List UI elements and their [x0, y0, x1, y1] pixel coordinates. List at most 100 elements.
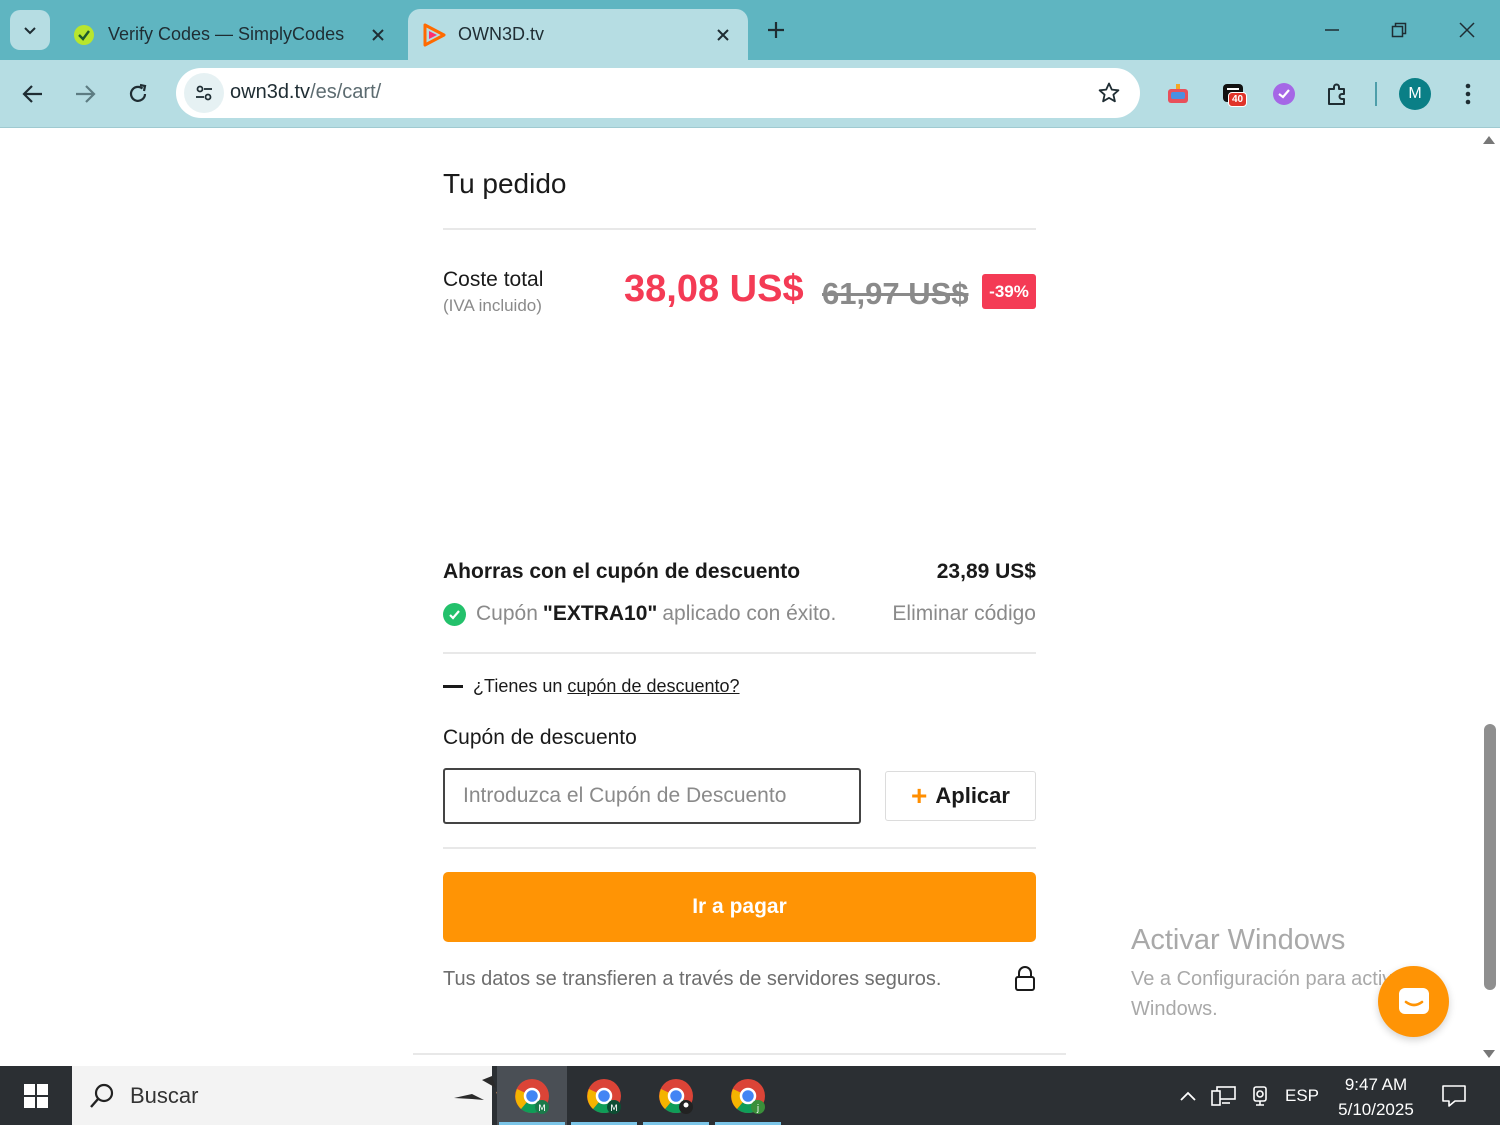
search-icon	[90, 1083, 114, 1108]
taskbar-chrome-profile-3[interactable]	[641, 1066, 711, 1125]
reload-button[interactable]	[118, 74, 158, 114]
divider	[413, 1053, 1066, 1055]
reload-icon	[129, 83, 147, 102]
chevron-up-icon	[1180, 1091, 1196, 1101]
close-icon	[1459, 22, 1475, 38]
toolbar-separator	[1375, 82, 1377, 106]
taskbar-chrome-profile-2[interactable]: M	[569, 1066, 639, 1125]
extension-count-badge: 40	[1228, 92, 1248, 107]
checkout-button[interactable]: Ir a pagar	[443, 872, 1036, 942]
applied-code: "EXTRA10"	[542, 602, 658, 625]
restore-button[interactable]	[1381, 12, 1417, 48]
start-button[interactable]	[0, 1066, 72, 1125]
close-window-button[interactable]	[1449, 12, 1485, 48]
input-language-button[interactable]: ESP	[1282, 1066, 1322, 1125]
chat-launcher-button[interactable]	[1378, 966, 1449, 1037]
cart-page: Tu pedido Coste total (IVA incluido) 38,…	[0, 128, 1500, 1066]
svg-text:M: M	[538, 1104, 546, 1114]
savings-amount: 23,89 US$	[936, 560, 1036, 583]
tab-title: Verify Codes — SimplyCodes	[108, 24, 345, 44]
taskbar-chrome-profile-4[interactable]: j	[713, 1066, 783, 1125]
order-heading: Tu pedido	[443, 168, 567, 199]
scroll-thumb[interactable]	[1484, 724, 1496, 990]
clock-time: 9:47 AM	[1344, 1075, 1408, 1094]
address-bar[interactable]: own3d.tv/es/cart/	[176, 68, 1140, 118]
simplycodes-favicon-icon	[72, 23, 96, 47]
windows-activation-title: Activar Windows	[1131, 924, 1346, 956]
collapse-dash-icon	[443, 685, 463, 688]
tab-own3d[interactable]: OWN3D.tv	[408, 9, 748, 60]
tab-simplycodes[interactable]: Verify Codes — SimplyCodes	[58, 9, 403, 60]
minimize-icon	[1325, 29, 1339, 31]
divider	[443, 847, 1036, 849]
new-tab-button[interactable]	[762, 16, 790, 44]
coupon-input[interactable]	[443, 768, 861, 824]
robot-icon	[1168, 84, 1188, 103]
windows-taskbar: Buscar M M j ESP 9:47 AM 5/10/2025	[0, 1066, 1500, 1125]
savings-label: Ahorras con el cupón de descuento	[443, 560, 801, 583]
browser-menu-button[interactable]	[1452, 78, 1484, 110]
check-circle-icon	[1273, 83, 1295, 105]
bookmark-button[interactable]	[1096, 80, 1122, 106]
coupon-field-label: Cupón de descuento	[443, 726, 637, 749]
apply-label: Aplicar	[935, 783, 1010, 808]
apply-coupon-button[interactable]: + Aplicar	[885, 771, 1036, 821]
notification-icon	[1442, 1084, 1466, 1107]
extension-robot-button[interactable]	[1162, 78, 1194, 110]
secure-note-text: Tus datos se transfieren a través de ser…	[443, 967, 942, 990]
chrome-icon	[659, 1078, 693, 1114]
svg-text:M: M	[610, 1104, 618, 1114]
plus-icon	[768, 22, 784, 38]
scroll-up-arrow-icon[interactable]	[1483, 136, 1495, 144]
original-price: 61,97 US$	[822, 276, 969, 311]
browser-toolbar: own3d.tv/es/cart/ 40 M	[0, 60, 1500, 128]
extension-badge-button[interactable]: 40	[1218, 78, 1250, 110]
discounted-price: 38,08 US$	[624, 268, 804, 310]
extensions-menu-button[interactable]	[1321, 78, 1353, 110]
tab-title: OWN3D.tv	[458, 24, 545, 44]
applied-suffix: aplicado con éxito.	[662, 602, 837, 625]
minimize-button[interactable]	[1314, 12, 1350, 48]
tune-icon	[196, 85, 212, 101]
scroll-down-arrow-icon[interactable]	[1483, 1050, 1495, 1058]
network-button[interactable]	[1208, 1066, 1240, 1125]
success-check-icon	[443, 602, 466, 626]
restore-icon	[1391, 22, 1407, 38]
tab-bar: Verify Codes — SimplyCodes OWN3D.tv	[0, 0, 1500, 60]
extension-purple-button[interactable]	[1268, 78, 1300, 110]
close-tab-icon[interactable]	[367, 24, 389, 46]
notifications-button[interactable]	[1434, 1066, 1474, 1125]
forward-button[interactable]	[65, 74, 105, 114]
profile-avatar[interactable]: M	[1399, 78, 1431, 110]
total-cost-label: Coste total	[443, 268, 544, 291]
star-icon	[1098, 82, 1120, 103]
lock-icon	[1015, 966, 1035, 991]
own3d-favicon-icon	[422, 23, 446, 47]
close-tab-icon[interactable]	[712, 24, 734, 46]
tab-search-button[interactable]	[10, 10, 50, 50]
plus-icon: +	[911, 780, 928, 811]
remove-code-link[interactable]: Eliminar código	[892, 602, 1036, 626]
chrome-icon: M	[587, 1078, 621, 1114]
vat-included-label: (IVA incluido)	[443, 296, 542, 315]
arrow-left-icon	[22, 85, 42, 103]
discount-badge: -39%	[982, 274, 1036, 309]
coupon-applied-message: Cupón "EXTRA10" aplicado con éxito. Elim…	[443, 600, 1036, 628]
meet-button[interactable]	[1244, 1066, 1276, 1125]
coupon-toggle-link[interactable]: cupón de descuento?	[567, 676, 739, 697]
chat-icon	[1398, 987, 1429, 1014]
windows-logo-icon	[24, 1083, 48, 1108]
site-info-button[interactable]	[184, 73, 224, 113]
page-scrollbar[interactable]	[1480, 128, 1500, 1066]
arrow-right-icon	[76, 85, 96, 103]
divider	[443, 228, 1036, 230]
taskbar-search[interactable]: Buscar	[72, 1066, 552, 1125]
coupon-toggle[interactable]: ¿Tienes un cupón de descuento?	[443, 676, 740, 697]
coupon-toggle-prefix: ¿Tienes un	[473, 676, 563, 696]
back-button[interactable]	[13, 74, 53, 114]
url-text: own3d.tv/es/cart/	[230, 81, 381, 104]
show-hidden-icons-button[interactable]	[1174, 1066, 1202, 1125]
taskbar-chrome-profile-1[interactable]: M	[497, 1066, 567, 1125]
taskbar-clock[interactable]: 9:47 AM 5/10/2025	[1330, 1072, 1422, 1122]
taskbar-search-placeholder: Buscar	[130, 1083, 199, 1108]
